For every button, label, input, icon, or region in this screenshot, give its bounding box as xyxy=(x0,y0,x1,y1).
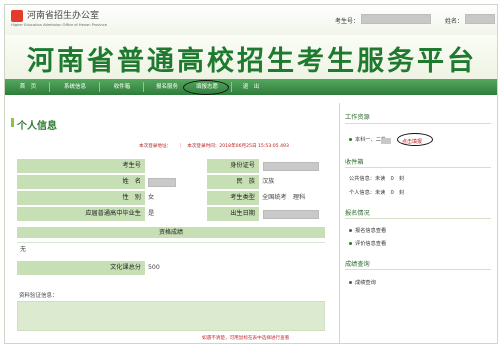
nav-divider xyxy=(231,82,232,92)
info-row: 应届普通高中毕业生 是 出生日期 xyxy=(17,207,325,221)
batch-placeholder xyxy=(381,138,391,144)
bullet-icon xyxy=(349,281,352,284)
bullet-icon xyxy=(349,229,352,232)
section-title: 个人信息 xyxy=(17,121,57,132)
name-label: 姓名： xyxy=(445,18,464,25)
banner: 河南省普通高校招生考生服务平台 xyxy=(5,35,497,79)
score-heading: 成绩查询 xyxy=(345,261,370,268)
nav-divider xyxy=(143,82,144,92)
student-no-label: 考生号： xyxy=(335,18,360,25)
signup-heading: 报名情况 xyxy=(345,210,370,217)
nav-system-info[interactable]: 系统信息 xyxy=(53,79,97,95)
sidebar-rule xyxy=(345,167,491,168)
ethnicity-value: 汉族 xyxy=(259,175,325,189)
info-row: 姓 名 民 族 汉族 xyxy=(17,175,325,189)
main-nav: 首 页 系统信息 收件箱 报名服务 填报志愿 退 出 xyxy=(5,79,497,95)
sidebar-rule xyxy=(345,123,491,124)
qualification-header: 资格成绩 xyxy=(17,227,325,238)
verify-box xyxy=(17,301,325,331)
exam-type-value: 全国统考 理科 xyxy=(259,191,325,205)
signup-info-link[interactable]: 报名信息查看 xyxy=(349,227,386,234)
person-icon xyxy=(11,118,16,127)
org-subtitle: Higher Education Admission Office of Hen… xyxy=(11,23,108,27)
sidebar-rule xyxy=(345,269,491,270)
inbox-heading: 收件箱 xyxy=(345,159,364,166)
info-row: 考生号 身份证号 xyxy=(17,159,325,173)
id-no-field xyxy=(263,162,319,171)
exam-type-label: 考生类型 xyxy=(207,191,259,205)
nav-logout[interactable]: 退 出 xyxy=(233,79,269,95)
bullet-icon xyxy=(349,138,352,141)
platform-title: 河南省普通高校招生考生服务平台 xyxy=(27,46,477,77)
highlight-circle xyxy=(397,133,433,146)
evaluation-info-link[interactable]: 评价信息查看 xyxy=(349,240,386,247)
org-title: 河南省招生办公室 xyxy=(27,11,100,21)
student-no-field xyxy=(145,159,207,173)
portal-page: 河南省招生办公室 Higher Education Admission Offi… xyxy=(4,4,498,344)
sidebar-divider xyxy=(339,103,340,343)
qualification-value: 无 xyxy=(17,242,325,255)
login-info: 本次登录地址： ｜ 本次登录时间：2018年06月25日 15:53:05 49… xyxy=(139,144,289,149)
gender-value: 女 xyxy=(145,191,207,205)
culture-score-value: 500 xyxy=(145,261,325,275)
score-query-link[interactable]: 成绩查询 xyxy=(349,279,376,286)
name-field-label: 姓 名 xyxy=(17,175,145,189)
public-messages[interactable]: 公共信息：未读 0 封 xyxy=(349,175,404,182)
nav-home[interactable]: 首 页 xyxy=(9,79,47,95)
culture-score-label: 文化课总分 xyxy=(17,261,145,275)
student-no-value xyxy=(361,14,431,24)
name-value xyxy=(465,14,495,24)
signup-info-label: 报名信息查看 xyxy=(355,228,387,234)
logo-icon xyxy=(11,10,23,22)
nav-divider xyxy=(99,82,100,92)
evaluation-info-label: 评价信息查看 xyxy=(355,241,387,247)
sidebar-rule xyxy=(345,218,491,219)
score-query-label: 成绩查询 xyxy=(355,280,376,286)
gender-label: 性 别 xyxy=(17,191,145,205)
name-field xyxy=(148,178,176,187)
top-strip: 河南省招生办公室 Higher Education Admission Offi… xyxy=(5,5,497,35)
birth-label: 出生日期 xyxy=(207,207,259,221)
score-row: 文化课总分 500 xyxy=(17,261,325,275)
highlight-circle xyxy=(183,80,229,95)
private-messages[interactable]: 个人信息：未读 0 封 xyxy=(349,189,404,196)
verify-label: 资料验证信息： xyxy=(19,293,58,299)
footer-note[interactable]: 如遇不清楚，可用鼠标在表中选择进行查看 xyxy=(202,335,289,341)
birth-value xyxy=(263,210,319,219)
bullet-icon xyxy=(349,242,352,245)
graduate-value: 是 xyxy=(145,207,207,221)
work-heading: 工作资源 xyxy=(345,114,370,121)
nav-divider xyxy=(49,82,50,92)
info-row: 性 别 女 考生类型 全国统考 理科 xyxy=(17,191,325,205)
nav-inbox[interactable]: 收件箱 xyxy=(103,79,141,95)
id-no-field-label: 身份证号 xyxy=(207,159,259,173)
student-no-field-label: 考生号 xyxy=(17,159,145,173)
ethnicity-label: 民 族 xyxy=(207,175,259,189)
graduate-label: 应届普通高中毕业生 xyxy=(17,207,145,221)
